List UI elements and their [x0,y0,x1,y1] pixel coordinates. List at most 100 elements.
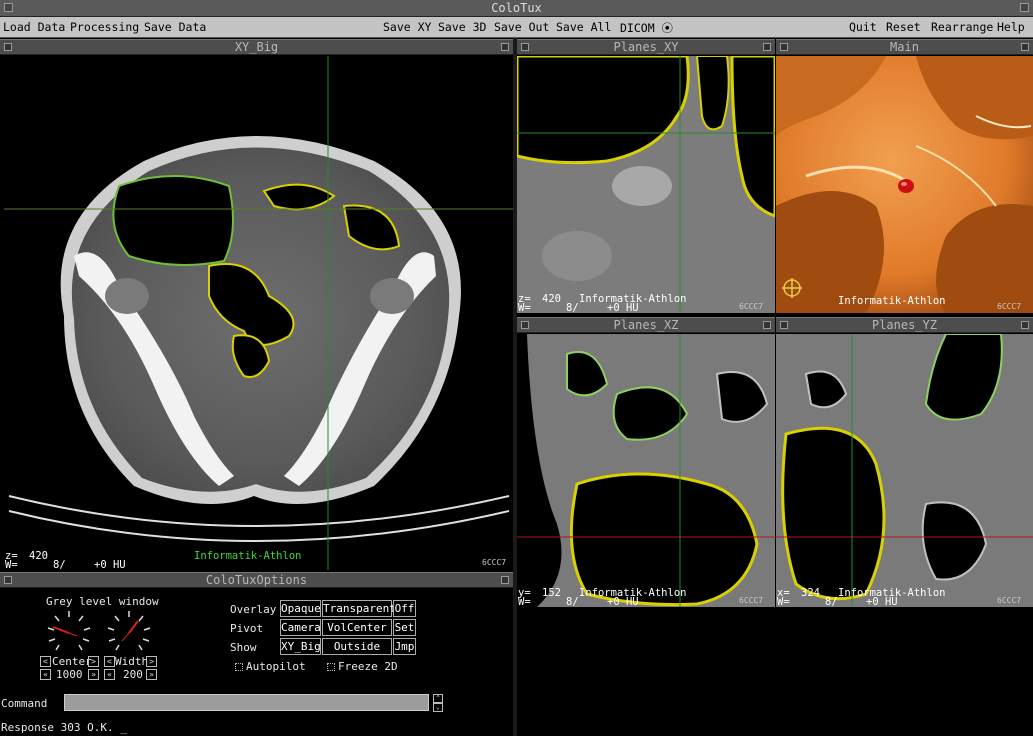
overlay-transparent-button[interactable]: Transparent [322,600,396,617]
planes-xz-y-value: 152 [542,587,561,599]
menu-reset[interactable]: Reset [886,20,921,34]
window-maximize-icon[interactable] [1020,3,1029,12]
window-titlebar: ColoTux [0,0,1033,17]
autopilot-checkbox[interactable] [235,663,243,671]
xy-big-z-value: 420 [29,550,48,562]
main-3d-view[interactable]: Informatik-Athlon 6CCC7 [776,56,1033,313]
width-decrease-button[interactable]: < [104,656,115,667]
command-label: Command [1,697,48,710]
planes-xy-header[interactable]: Planes_XY [517,39,775,55]
menu-quit[interactable]: Quit [849,20,877,34]
planes-yz-header[interactable]: Planes_YZ [776,317,1033,333]
grey-level-label: Grey level window [46,595,159,608]
menu-help[interactable]: Help [997,20,1025,34]
planes-xz-corner: 6CCC7 [739,596,764,605]
width-decrease-fast-button[interactable]: « [104,669,115,680]
panel-menu-icon[interactable] [780,321,788,329]
menu-save-all[interactable]: Save All [556,20,611,34]
center-label: Center [52,655,92,668]
panel-maximize-icon[interactable] [501,576,509,584]
xy-big-view[interactable]: z= 420 W= 8/ +0 HU Informatik-Athlon 6CC… [4,56,513,570]
panel-menu-icon[interactable] [780,43,788,51]
planes-yz-w-label: W= [777,596,790,607]
window-title: ColoTux [491,1,542,15]
overlay-off-button[interactable]: Off [393,600,416,617]
planes-xy-w-label: W= [518,302,531,313]
menu-save-xy[interactable]: Save XY [383,20,431,34]
show-xy-big-button[interactable]: XY_Big [280,638,321,655]
show-outside-button[interactable]: Outside [322,638,392,655]
center-increase-fast-button[interactable]: » [88,669,99,680]
planes-yz-hu: +0 HU [866,596,898,607]
menu-load-data[interactable]: Load Data [3,20,65,34]
ct-zoom-xy-image [517,56,775,313]
pivot-camera-button[interactable]: Camera [280,619,321,636]
command-input[interactable] [64,694,429,711]
planes-xy-host: Informatik-Athlon [579,293,687,305]
ct-sagittal-image [776,334,1033,607]
planes-xy-corner: 6CCC7 [739,302,764,311]
planes-xy-w-value: 8/ [566,302,579,313]
planes-xz-title: Planes_XZ [613,318,679,332]
planes-xy-view[interactable]: z= 420 W= 8/ +0 HU Informatik-Athlon 6CC… [517,56,775,313]
panel-maximize-icon[interactable] [763,43,771,51]
panel-maximize-icon[interactable] [501,43,509,51]
center-value: 1000 [56,668,83,681]
command-history-up-button[interactable]: ⌃ [433,694,443,703]
freeze-2d-label: Freeze 2D [338,660,398,673]
center-dial-icon[interactable] [44,608,94,654]
width-increase-fast-button[interactable]: » [146,669,157,680]
xy-big-hu: +0 HU [94,559,126,570]
planes-yz-x-value: 324 [801,587,820,599]
planes-xz-view[interactable]: y= 152 W= 8/ +0 HU Informatik-Athlon 6CC… [517,334,775,607]
xy-big-title: XY_Big [234,40,279,54]
panel-maximize-icon[interactable] [1021,43,1029,51]
center-decrease-fast-button[interactable]: « [40,669,51,680]
main-title: Main [890,40,919,54]
xy-big-w-value: 8/ [53,559,66,570]
panel-menu-icon[interactable] [521,43,529,51]
xy-big-corner: 6CCC7 [482,558,507,567]
show-jmp-button[interactable]: Jmp [393,638,416,655]
planes-xz-hu: +0 HU [607,596,639,607]
menu-save-3d[interactable]: Save 3D [438,20,486,34]
freeze-2d-checkbox[interactable] [327,663,335,671]
planes-xz-header[interactable]: Planes_XZ [517,317,775,333]
planes-yz-corner: 6CCC7 [997,596,1022,605]
menu-save-out[interactable]: Save Out [494,20,549,34]
autopilot-label: Autopilot [246,660,306,673]
xy-big-header[interactable]: XY_Big [0,39,513,55]
width-value: 200 [123,668,143,681]
options-header[interactable]: ColoTuxOptions [0,572,513,588]
menu-save-data[interactable]: Save Data [144,20,206,34]
pivot-label: Pivot [230,622,264,635]
planes-yz-view[interactable]: x= 324 W= 8/ +0 HU Informatik-Athlon 6CC… [776,334,1033,607]
panel-maximize-icon[interactable] [1021,321,1029,329]
pivot-set-button[interactable]: Set [393,619,416,636]
command-history-down-button[interactable]: ⌄ [433,703,443,712]
ct-coronal-image [517,334,775,607]
menu-rearrange[interactable]: Rearrange [931,20,993,34]
panel-menu-icon[interactable] [521,321,529,329]
planes-xy-z-value: 420 [542,293,561,305]
show-label: Show [230,641,257,654]
planes-yz-host: Informatik-Athlon [838,587,946,599]
pivot-volcenter-button[interactable]: VolCenter [322,619,392,636]
panel-menu-icon[interactable] [4,43,12,51]
options-title: ColoTuxOptions [205,573,308,587]
overlay-opaque-button[interactable]: Opaque [280,600,321,617]
panel-menu-icon[interactable] [4,576,12,584]
planes-xz-w-label: W= [518,596,531,607]
planes-yz-title: Planes_YZ [871,318,938,332]
planes-xy-hu: +0 HU [607,302,639,313]
menu-dicom[interactable]: DICOM ⦿ [620,20,673,36]
menu-processing[interactable]: Processing [70,20,139,34]
center-decrease-button[interactable]: < [40,656,51,667]
width-increase-button[interactable]: > [146,656,157,667]
width-dial-icon[interactable] [104,608,154,654]
virtual-colonoscopy-render [776,56,1033,313]
center-increase-button[interactable]: > [88,656,99,667]
main-header[interactable]: Main [776,39,1033,55]
panel-maximize-icon[interactable] [763,321,771,329]
overlay-label: Overlay [230,603,277,616]
